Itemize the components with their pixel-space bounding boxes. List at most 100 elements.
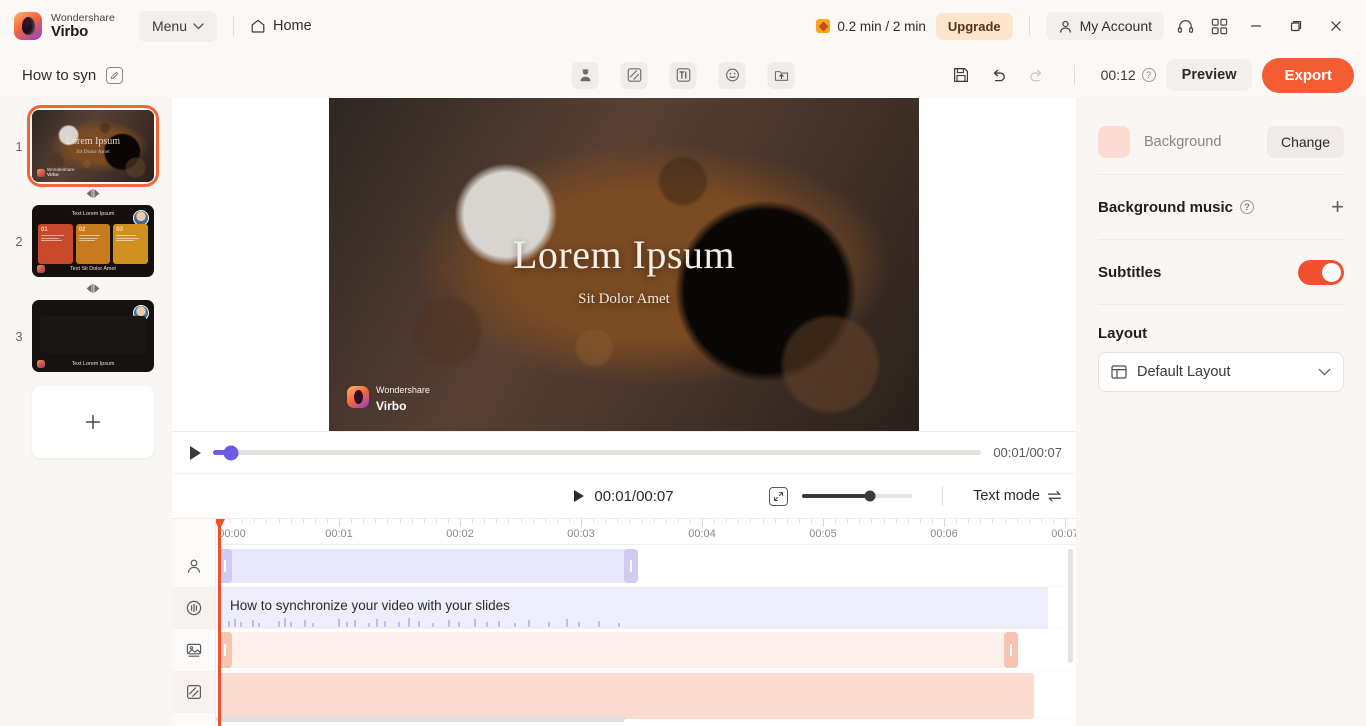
background-tool-button[interactable] [620,61,648,89]
slide-item-1[interactable]: 1 Lorem Ipsum Sit Dolor Amet Wondershare… [0,105,172,187]
fit-screen-button[interactable] [769,486,789,506]
scrubber-knob[interactable] [223,445,239,460]
export-button[interactable]: Export [1262,57,1354,93]
background-clip[interactable] [218,673,1034,719]
my-account-button[interactable]: My Account [1045,12,1164,40]
slide-thumbnail-3[interactable]: Text Lorem Ipsum [32,300,154,372]
mini-card-number: 01 [41,226,48,233]
undo-button[interactable] [982,58,1016,92]
add-slide-button[interactable] [32,386,154,458]
timeline-horizontal-scrollbar[interactable] [216,716,1068,722]
timeline-ruler[interactable]: 00:00 00:01 00:02 00:03 00:04 00:05 00:06 00:07 [216,519,1076,545]
playback-play-button[interactable] [574,490,585,502]
zoom-slider[interactable] [802,490,913,502]
preview-button[interactable]: Preview [1165,59,1253,91]
close-button[interactable] [1316,9,1356,43]
video-canvas[interactable]: Lorem Ipsum Sit Dolor Amet Wondershare V… [329,98,919,431]
app-body: 1 Lorem Ipsum Sit Dolor Amet Wondershare… [0,98,1366,726]
sub-toolbar-right: 00:12 ? Preview Export [944,57,1354,93]
timeline-track-icons [172,519,216,726]
ruler-tick-minor [278,519,280,523]
layout-select[interactable]: Default Layout [1098,352,1344,392]
wondershare-virbo-logo-icon [14,12,42,40]
music-track-button[interactable] [172,713,215,726]
transition-1-2[interactable] [32,188,154,199]
redo-button[interactable] [1020,58,1054,92]
save-button[interactable] [944,58,978,92]
scrubber-bar: 00:01/00:07 [172,431,1076,473]
timeline-row-avatar[interactable] [216,545,1076,587]
timeline-panel: 00:00 00:01 00:02 00:03 00:04 00:05 00:06 00:07… [172,518,1076,726]
minimize-button[interactable] [1236,9,1276,43]
background-track-button[interactable] [172,671,215,713]
media-clip[interactable] [218,632,1018,668]
ruler-tick-minor [750,519,752,523]
timeline-row-audio[interactable]: How to synchronize your video with your … [216,587,1076,629]
subtitles-toggle[interactable] [1298,259,1344,285]
slide-item-3[interactable]: 3 Text Lorem Ipsum [0,300,172,372]
playhead[interactable] [216,519,226,726]
apps-grid-button[interactable] [1202,9,1236,43]
upgrade-button[interactable]: Upgrade [935,12,1013,40]
change-background-button[interactable]: Change [1266,126,1344,158]
ruler-tick-minor [786,519,788,523]
help-circle-icon[interactable]: ? [1240,200,1255,214]
zoom-divider [942,486,944,506]
audio-clip[interactable]: How to synchronize your video with your … [218,587,1048,629]
timeline-row-media[interactable] [216,629,1076,671]
zoom-slider-knob[interactable] [864,490,876,502]
thumb-watermark [37,360,45,368]
thumb-title: Lorem Ipsum [65,135,121,147]
canvas-title[interactable]: Lorem Ipsum [329,231,919,278]
text-tool-button[interactable] [669,61,697,89]
media-track-button[interactable] [172,629,215,671]
timeline-tracks-area[interactable]: 00:00 00:01 00:02 00:03 00:04 00:05 00:06 00:07… [216,519,1076,726]
add-music-button[interactable]: + [1331,196,1344,218]
transition-2-3[interactable] [32,283,154,294]
menu-button[interactable]: Menu [138,10,217,42]
background-track-icon [186,684,201,700]
timeline-vertical-scrollbar[interactable] [1068,549,1073,712]
scrubber-play-button[interactable] [190,445,201,460]
background-swatch[interactable] [1098,126,1130,158]
scrubber-track[interactable] [213,445,982,460]
sticker-tool-button[interactable] [718,61,746,89]
ruler-label: 00:03 [567,528,595,540]
ruler-tick-minor [835,519,837,523]
thumb-footer: Text Lorem Ipsum [71,360,115,367]
close-icon [1331,21,1341,31]
ruler-tick-minor [907,519,909,523]
ruler-tick-minor [326,519,328,523]
mini-card-lines [78,234,108,242]
ruler-tick-minor [435,519,437,523]
slide-thumbnail-2[interactable]: Text Lorem Ipsum 01 02 03 Text Sit Dolor… [32,205,154,277]
scrollbar-thumb[interactable] [1068,549,1073,664]
layout-icon [1111,365,1127,379]
ruler-tick-minor [629,519,631,523]
avatar-track-button[interactable] [172,545,215,587]
clip-handle-right[interactable] [624,549,638,583]
home-button[interactable]: Home [250,18,312,34]
pencil-edit-icon[interactable] [106,66,124,84]
text-mode-button[interactable]: Text mode [973,488,1062,504]
ruler-tick-minor [472,519,474,523]
upload-tool-icon [774,71,788,81]
audio-track-icon [186,600,201,616]
avatar-clip[interactable] [218,549,638,583]
support-button[interactable] [1168,9,1202,43]
help-circle-icon[interactable]: ? [1141,68,1156,82]
slide-thumbnail-1[interactable]: Lorem Ipsum Sit Dolor Amet Wondershare V… [27,105,159,187]
timeline-row-background[interactable] [216,671,1076,719]
slide-item-2[interactable]: 2 Text Lorem Ipsum 01 02 03 Text Sit Dol… [0,205,172,277]
upload-tool-button[interactable] [767,61,795,89]
clip-handle-right[interactable] [1004,632,1018,668]
canvas-subtitle[interactable]: Sit Dolor Amet [329,291,919,308]
pencil-glyph-icon [111,71,119,79]
ruler-label: 00:02 [446,528,474,540]
chevron-down-icon [1318,368,1331,376]
restore-button[interactable] [1276,9,1316,43]
scrollbar-thumb[interactable] [216,716,625,722]
virbo-logo-icon [37,169,45,178]
audio-track-button[interactable] [172,587,215,629]
avatar-tool-button[interactable] [571,61,599,89]
